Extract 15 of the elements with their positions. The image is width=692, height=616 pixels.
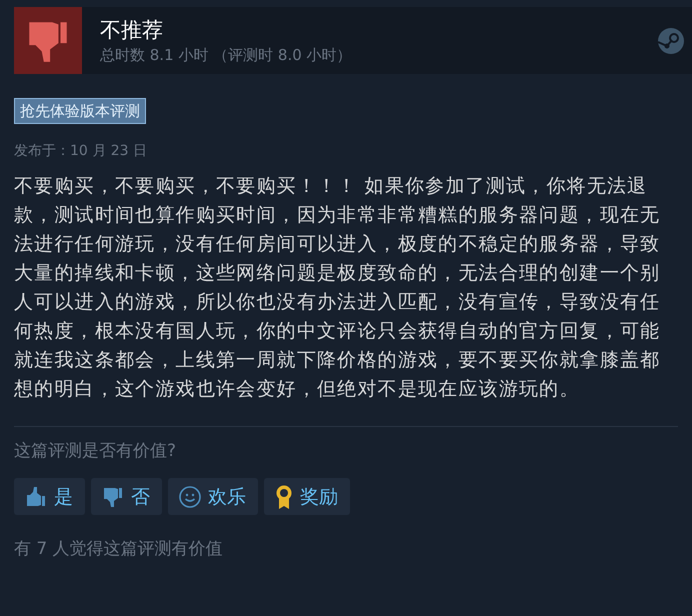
up-button[interactable]: 是 xyxy=(14,478,85,515)
award-icon xyxy=(274,484,294,510)
posted-date: 发布于：10 月 23 日 xyxy=(14,142,148,160)
verdict-title: 不推荐 xyxy=(100,16,164,44)
thumbs-up-icon xyxy=(24,484,48,508)
smiley-icon xyxy=(178,484,202,508)
review-text: 不要购买，不要购买，不要购买！！！ 如果你参加了测试，你将无法退款，测试时间也算作购买时间，因为非常非常糟糕的服务器问题，现在无法进行任何游玩，没有任何房间可以进入，极度的不稳定的服务器，导致大量的掉线和卡顿，这些网络问题是极度致命的，无法合理的创建一个别人可以进入的游戏，所以你也没有办法进入匹配，没有宣传，导致没有任何热度，根本没有国人玩，你的中文评论只会获得自动的官方回复，可能就连我这条都会，上线第一周就下降价格的游戏，要不要买你就拿膝盖都想的明白，这个游戏也许会变好，但绝对不是现在应该游玩的。 xyxy=(14,174,662,402)
playtime-text: 总时数 8.1 小时 （评测时 8.0 小时） xyxy=(100,44,353,66)
down-button[interactable]: 否 xyxy=(91,478,162,515)
steam-logo-icon xyxy=(658,28,684,54)
helpful-count: 有 7 人觉得这篇评测有价值 xyxy=(14,538,224,560)
helpful-prompt: 这篇评测是否有价值? xyxy=(14,440,178,462)
early-access-tag: 抢先体验版本评测 xyxy=(14,98,146,124)
funny-button[interactable]: 欢乐 xyxy=(168,478,258,515)
award-button[interactable]: 奖励 xyxy=(264,478,350,515)
